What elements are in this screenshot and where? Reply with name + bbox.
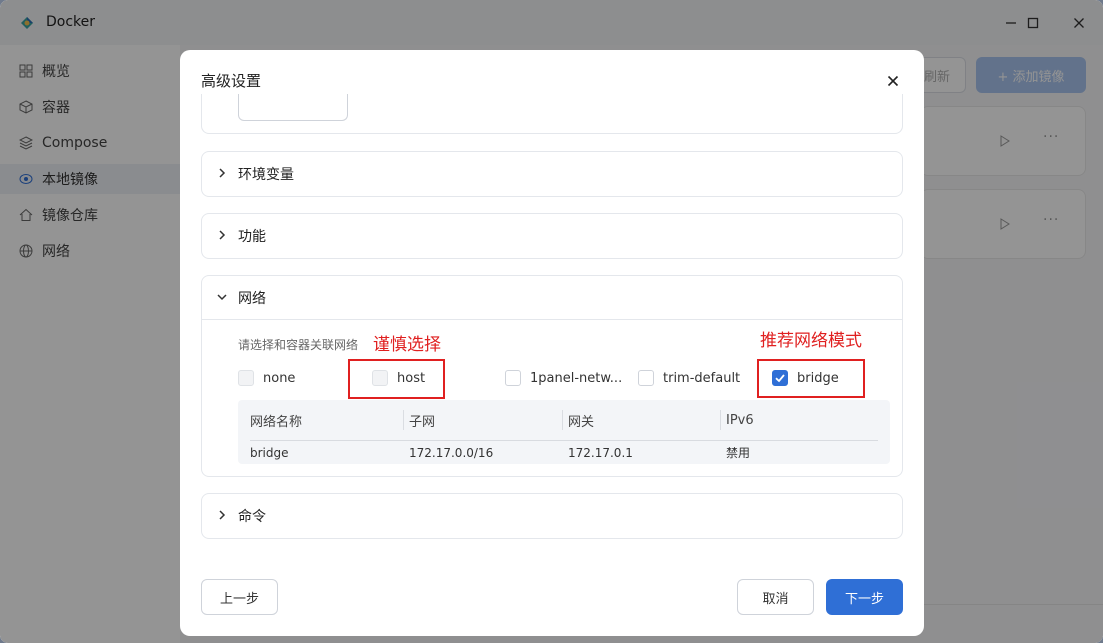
panel-header[interactable]: 功能	[202, 214, 902, 258]
chevron-right-icon	[219, 510, 226, 520]
annotation-box-bridge	[757, 359, 865, 398]
checkbox-label: trim-default	[663, 370, 741, 386]
panel-title: 命令	[238, 509, 266, 525]
column-divider	[562, 410, 563, 430]
network-table: 网络名称 子网 网关 IPv6 bridge 172.17.0.0/16 172…	[238, 400, 890, 464]
table-cell: 172.17.0.1	[568, 445, 633, 460]
table-header: 网关	[568, 414, 595, 430]
docker-window: Docker 概览 容器 Compose 本地镜像 镜像仓库 网络 刷新 + 添…	[0, 0, 1103, 643]
chevron-down-icon	[217, 294, 227, 301]
prev-step-button[interactable]: 上一步	[201, 579, 278, 615]
panel-title: 网络	[238, 290, 266, 307]
table-cell: 172.17.0.0/16	[409, 445, 494, 460]
chevron-right-icon	[219, 230, 226, 240]
table-cell: 禁用	[726, 446, 751, 460]
table-header: IPv6	[726, 412, 754, 428]
checkbox[interactable]	[638, 370, 654, 386]
dialog-title: 高级设置	[201, 72, 262, 90]
column-divider	[403, 410, 404, 430]
annotation-box-host	[348, 359, 445, 399]
next-step-button[interactable]: 下一步	[826, 579, 903, 615]
panel-command[interactable]: 命令	[201, 493, 903, 539]
table-header: 网络名称	[250, 414, 303, 430]
partial-input[interactable]	[238, 94, 348, 121]
network-hint: 请选择和容器关联网络	[238, 338, 359, 352]
chevron-right-icon	[219, 168, 226, 178]
collapsed-panel-partial	[201, 94, 903, 134]
table-header: 子网	[409, 414, 436, 430]
annotation-bridge-recommend: 推荐网络模式	[760, 331, 862, 351]
network-option-none[interactable]: none	[238, 368, 295, 388]
checkbox[interactable]	[505, 370, 521, 386]
checkbox-label: 1panel-netw...	[530, 370, 623, 386]
panel-header[interactable]: 命令	[202, 494, 902, 538]
annotation-host-warning: 谨慎选择	[373, 335, 441, 355]
panel-header[interactable]: 环境变量	[202, 152, 902, 196]
panel-features[interactable]: 功能	[201, 213, 903, 259]
column-divider	[720, 410, 721, 430]
close-icon[interactable]	[884, 72, 902, 90]
cancel-button[interactable]: 取消	[737, 579, 814, 615]
panel-title: 环境变量	[238, 167, 294, 183]
table-cell: bridge	[250, 445, 289, 460]
panel-title: 功能	[238, 229, 266, 245]
panel-env-vars[interactable]: 环境变量	[201, 151, 903, 197]
checkbox[interactable]	[238, 370, 254, 386]
checkbox-label: none	[263, 370, 296, 386]
network-option-trim-default[interactable]: trim-default	[638, 368, 740, 388]
network-option-1panel[interactable]: 1panel-netw...	[505, 368, 622, 388]
panel-header[interactable]: 网络	[202, 276, 902, 320]
row-divider	[250, 440, 878, 441]
